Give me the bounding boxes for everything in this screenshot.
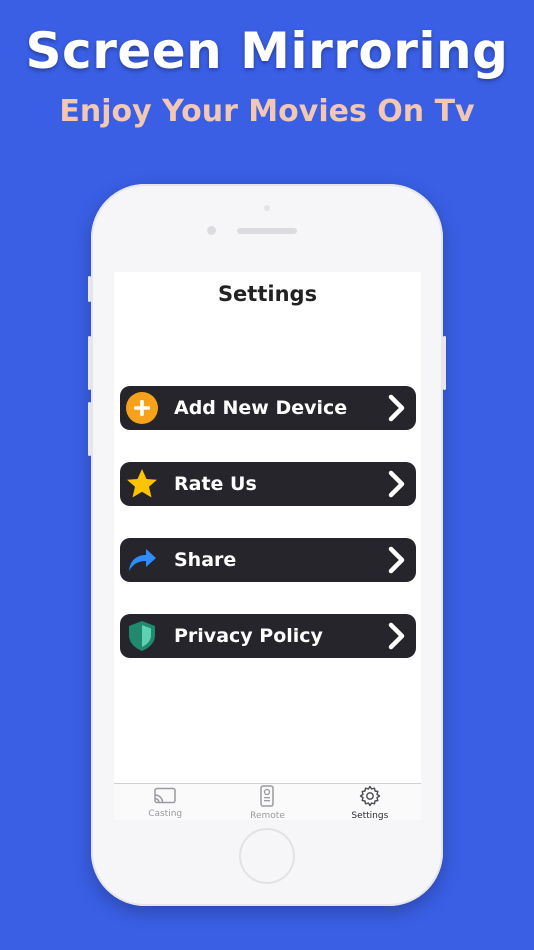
tab-remote[interactable]: Remote (216, 784, 318, 820)
tab-settings[interactable]: Settings (319, 784, 421, 820)
star-icon (124, 466, 160, 502)
chevron-right-icon (384, 542, 410, 578)
menu-item-label: Add New Device (174, 397, 348, 419)
phone-silent-switch (88, 276, 91, 302)
cast-icon (153, 787, 177, 809)
phone-frame: Settings Add New Device Rate Us Share Pr… (88, 184, 446, 906)
phone-volume-down (88, 402, 91, 456)
gear-icon (359, 785, 381, 811)
tab-label: Settings (351, 810, 389, 821)
share-button[interactable]: Share (120, 538, 416, 582)
promo-headline: Screen Mirroring (25, 22, 509, 80)
tab-bar: Casting Remote Settings (114, 783, 421, 820)
phone-power-button (443, 336, 446, 390)
menu-item-label: Privacy Policy (174, 625, 323, 647)
chevron-right-icon (384, 618, 410, 654)
privacy-policy-button[interactable]: Privacy Policy (120, 614, 416, 658)
add-new-device-button[interactable]: Add New Device (120, 386, 416, 430)
remote-icon (258, 784, 276, 811)
tab-casting[interactable]: Casting (114, 784, 216, 820)
chevron-right-icon (384, 466, 410, 502)
menu-item-label: Rate Us (174, 473, 257, 495)
phone-speaker (237, 228, 297, 234)
rate-us-button[interactable]: Rate Us (120, 462, 416, 506)
phone-volume-up (88, 336, 91, 390)
tab-label: Remote (250, 810, 285, 821)
menu-item-label: Share (174, 549, 237, 571)
tab-label: Casting (148, 808, 183, 819)
phone-front-camera (207, 226, 216, 235)
shield-icon (124, 618, 160, 654)
app-screen: Settings Add New Device Rate Us Share Pr… (114, 272, 421, 820)
plus-circle-icon (124, 390, 160, 426)
home-button[interactable] (239, 828, 295, 884)
phone-sensor (264, 205, 270, 211)
promo-subheadline: Enjoy Your Movies On Tv (59, 94, 475, 129)
chevron-right-icon (384, 390, 410, 426)
page-title: Settings (217, 282, 318, 306)
share-arrow-icon (124, 542, 160, 578)
